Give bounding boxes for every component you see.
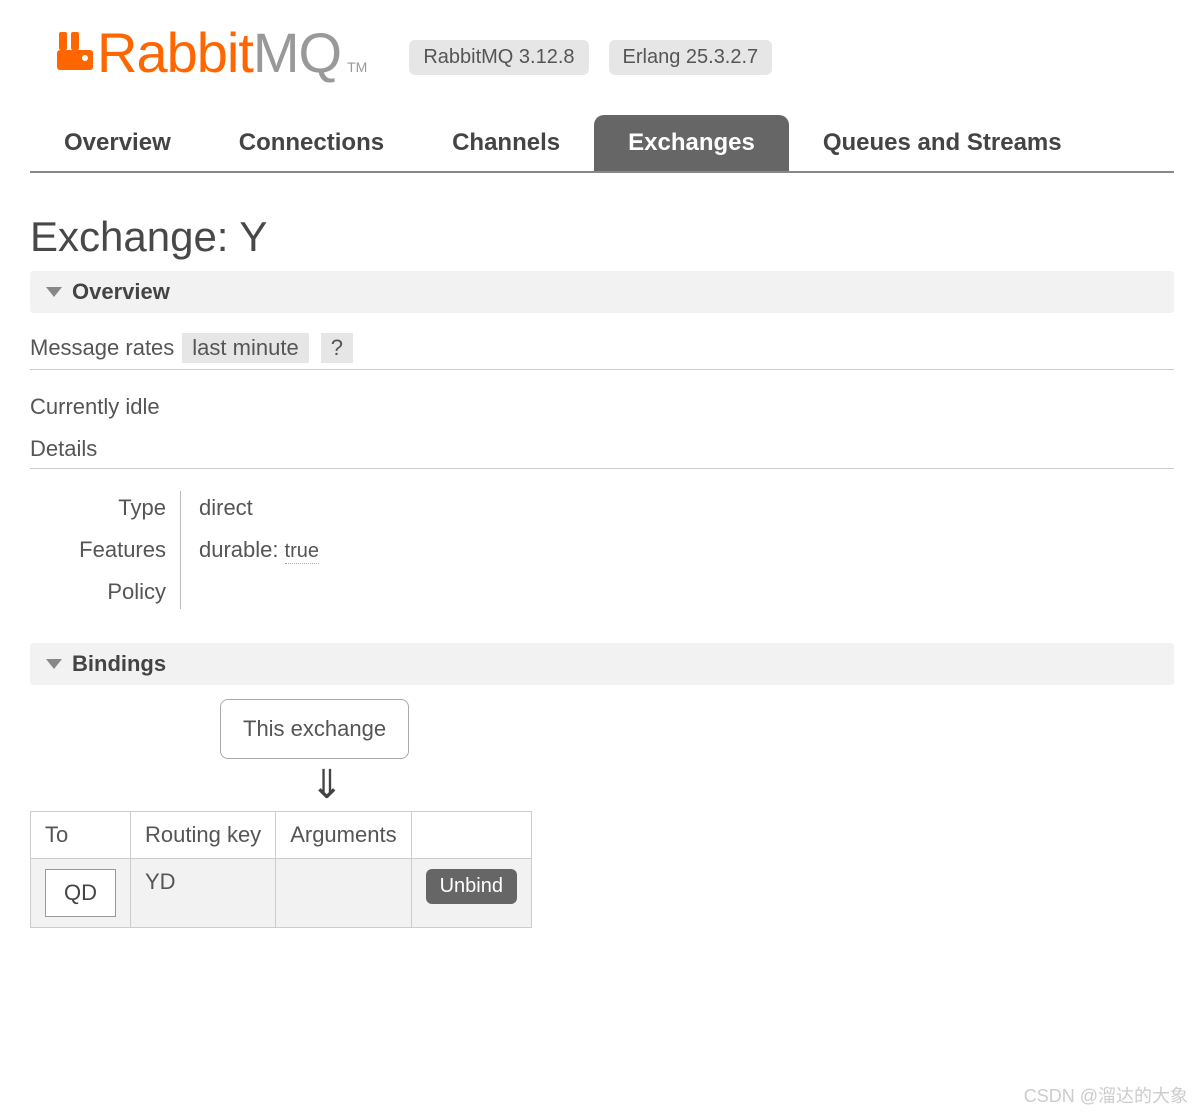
erlang-version-badge: Erlang 25.3.2.7 (609, 40, 773, 75)
message-rates-row: Message rates last minute ? (30, 327, 1174, 370)
content: Exchange: Y Overview Message rates last … (0, 173, 1204, 958)
message-rates-label: Message rates (30, 335, 174, 361)
tab-overview[interactable]: Overview (30, 115, 205, 171)
version-badges: RabbitMQ 3.12.8 Erlang 25.3.2.7 (409, 40, 772, 75)
details-table: Type Features Policy direct durable: tru… (60, 487, 1174, 613)
section-overview-header[interactable]: Overview (30, 271, 1174, 313)
binding-to-link[interactable]: QD (45, 869, 116, 917)
detail-features-label: Features (60, 529, 180, 571)
rates-range-select[interactable]: last minute (182, 333, 308, 363)
idle-text: Currently idle (30, 370, 1174, 430)
table-row: QD YD Unbind (31, 859, 532, 928)
tab-exchanges[interactable]: Exchanges (594, 115, 789, 171)
rabbitmq-version-badge: RabbitMQ 3.12.8 (409, 40, 588, 75)
tab-connections[interactable]: Connections (205, 115, 418, 171)
watermark: CSDN @溜达的大象 (1024, 1082, 1188, 1108)
col-routing-key: Routing key (131, 812, 276, 859)
binding-routing-key: YD (131, 859, 276, 928)
logo-text-rabbit: Rabbit (97, 20, 253, 85)
arrow-down-icon: ⇓ (310, 765, 1174, 805)
caret-down-icon (46, 287, 62, 297)
nav-tabs: Overview Connections Channels Exchanges … (30, 115, 1174, 173)
detail-policy-label: Policy (60, 571, 180, 613)
col-action (411, 812, 531, 859)
col-to: To (31, 812, 131, 859)
binding-arguments (276, 859, 411, 928)
detail-type-label: Type (60, 487, 180, 529)
header: RabbitMQ TM RabbitMQ 3.12.8 Erlang 25.3.… (0, 0, 1204, 95)
section-bindings-title: Bindings (72, 651, 166, 677)
tab-queues-streams[interactable]: Queues and Streams (789, 115, 1096, 171)
bindings-area: This exchange ⇓ To Routing key Arguments… (30, 699, 1174, 928)
col-arguments: Arguments (276, 812, 411, 859)
section-bindings-header[interactable]: Bindings (30, 643, 1174, 685)
detail-features-key: durable: (199, 537, 279, 563)
this-exchange-box: This exchange (220, 699, 409, 759)
table-header-row: To Routing key Arguments (31, 812, 532, 859)
detail-policy-value (181, 572, 199, 588)
details-label: Details (30, 430, 1174, 469)
logo[interactable]: RabbitMQ TM (55, 20, 367, 85)
bindings-table: To Routing key Arguments QD YD Unbind (30, 811, 532, 928)
logo-tm: TM (347, 59, 367, 75)
detail-features-value: true (285, 540, 319, 564)
page-title: Exchange: Y (30, 213, 1174, 261)
section-overview-title: Overview (72, 279, 170, 305)
tab-channels[interactable]: Channels (418, 115, 594, 171)
rabbit-icon (55, 30, 95, 77)
caret-down-icon (46, 659, 62, 669)
detail-type-value: direct (181, 487, 253, 529)
logo-text-mq: MQ (253, 20, 341, 85)
unbind-button[interactable]: Unbind (426, 869, 517, 904)
help-icon[interactable]: ? (321, 333, 353, 363)
